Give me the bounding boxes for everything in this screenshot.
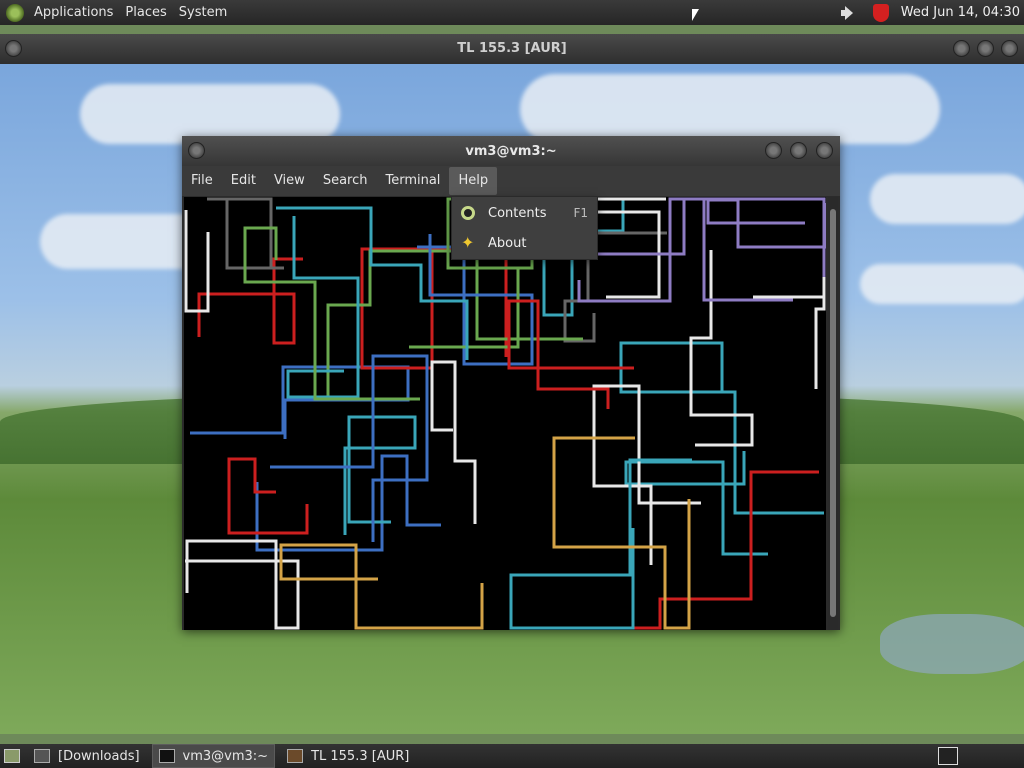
pipes-screensaver-art: [184, 197, 826, 630]
bottom-panel: [Downloads] vm3@vm3:~ TL 155.3 [AUR]: [0, 744, 1024, 768]
security-shield-icon[interactable]: [872, 3, 889, 22]
terminal-icon: [158, 749, 175, 763]
terminal-title: vm3@vm3:~: [465, 144, 557, 159]
task-downloads[interactable]: [Downloads]: [28, 745, 146, 767]
menu-help[interactable]: Help: [449, 167, 498, 195]
terminal-titlebar[interactable]: vm3@vm3:~: [182, 136, 840, 166]
pipe-segment: [197, 257, 303, 345]
minecraft-icon: [287, 749, 304, 763]
top-panel: Applications Places System Wed Jun 14, 0…: [0, 0, 1024, 25]
pipe-segment: [706, 198, 826, 249]
star-icon: ✦: [461, 233, 475, 252]
pipe-segment: [227, 457, 309, 535]
task-game-label: TL 155.3 [AUR]: [311, 748, 410, 764]
maximize-button[interactable]: [977, 40, 994, 57]
pipe-segment: [753, 251, 826, 389]
help-dropdown-menu: Contents F1 ✦ About: [451, 196, 598, 260]
show-desktop-icon[interactable]: [4, 749, 20, 763]
applications-menu[interactable]: Applications: [28, 5, 119, 20]
volume-icon[interactable]: [840, 5, 859, 20]
menu-view[interactable]: View: [265, 167, 314, 195]
terminal-close-button[interactable]: [816, 142, 833, 159]
terminal-output[interactable]: [184, 197, 826, 630]
pipe-segment: [507, 299, 634, 409]
workspace-switcher-icon[interactable]: [938, 747, 958, 765]
pipe-segment: [190, 365, 410, 439]
task-terminal-label: vm3@vm3:~: [182, 748, 269, 764]
terminal-menubar: File Edit View Search Terminal Help: [182, 166, 840, 196]
terminal-scrollbar[interactable]: [828, 197, 838, 630]
pipe-segment: [585, 470, 819, 630]
menu-item-about[interactable]: ✦ About: [452, 228, 597, 258]
terminal-minimize-button[interactable]: [765, 142, 782, 159]
pipe-segment: [343, 415, 417, 535]
close-button[interactable]: [1001, 40, 1018, 57]
pipe-segment: [592, 384, 701, 565]
menu-terminal[interactable]: Terminal: [376, 167, 449, 195]
menu-item-contents-shortcut: F1: [573, 206, 588, 220]
task-game[interactable]: TL 155.3 [AUR]: [281, 745, 415, 767]
background-window-titlebar[interactable]: TL 155.3 [AUR]: [0, 34, 1024, 64]
scrollbar-thumb[interactable]: [830, 209, 836, 617]
places-menu[interactable]: Places: [119, 5, 172, 20]
top-menu: Applications Places System: [28, 0, 233, 25]
pipe-segment: [577, 197, 793, 303]
pipe-segment: [279, 543, 484, 630]
background-window-title: TL 155.3 [AUR]: [457, 41, 567, 56]
menu-file[interactable]: File: [182, 167, 222, 195]
pipe-segment: [184, 210, 210, 313]
system-tray: Wed Jun 14, 04:30: [840, 0, 1024, 25]
folder-icon: [34, 749, 50, 763]
menu-edit[interactable]: Edit: [222, 167, 265, 195]
pipe-segment: [243, 226, 374, 401]
task-downloads-label: [Downloads]: [58, 748, 140, 764]
mouse-cursor-icon: [692, 9, 699, 21]
menu-item-about-label: About: [488, 235, 527, 251]
system-menu[interactable]: System: [173, 5, 233, 20]
menu-item-contents[interactable]: Contents F1: [452, 198, 597, 228]
task-terminal[interactable]: vm3@vm3:~: [151, 744, 276, 768]
pipe-segment: [430, 360, 477, 524]
minimize-button[interactable]: [953, 40, 970, 57]
help-icon: [461, 206, 475, 220]
applications-logo-icon[interactable]: [6, 3, 24, 22]
terminal-maximize-button[interactable]: [790, 142, 807, 159]
clock[interactable]: Wed Jun 14, 04:30: [901, 5, 1020, 20]
menu-search[interactable]: Search: [314, 167, 377, 195]
menu-item-contents-label: Contents: [488, 205, 547, 221]
